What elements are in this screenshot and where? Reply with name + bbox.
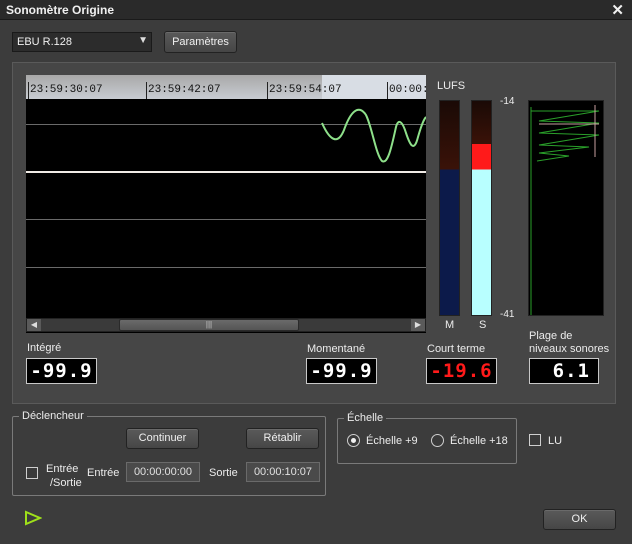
scale-top-label: -14 [500,96,515,107]
loudness-range-graph [528,100,604,316]
short-term-meter [471,100,492,316]
trigger-group-title: Déclencheur [19,410,87,422]
lufs-label: LUFS [437,80,466,92]
scale-group-title: Échelle [344,412,387,424]
short-term-value: -19.6 [426,358,497,384]
momentary-label: Momentané [307,343,366,355]
lu-label: LU [548,435,563,447]
reset-button[interactable]: Rétablir [246,428,319,449]
standard-select[interactable]: EBU R.128 ▼ [12,32,152,52]
integrated-value: -99.9 [26,358,97,384]
scroll-right-icon[interactable]: ▶ [411,319,425,331]
in-point-label: Entrée [87,467,120,479]
momentary-meter [439,100,460,316]
graph-scrollbar[interactable]: ◀ ||| ▶ [26,318,426,332]
scale-18-radio[interactable] [431,434,444,447]
window-title: Sonomètre Origine [6,3,115,17]
play-icon[interactable] [24,510,43,529]
meter-s-label: S [479,319,487,331]
in-out-label-line2: /Sortie [50,477,82,489]
out-point-field[interactable]: 00:00:10:07 [246,462,320,482]
scale-bottom-label: -41 [500,309,515,320]
in-out-checkbox[interactable] [26,467,38,479]
ok-button[interactable]: OK [543,509,616,530]
in-out-label-line1: Entrée [46,463,79,475]
title-bar: Sonomètre Origine ✕ [0,0,632,20]
continue-button[interactable]: Continuer [126,428,199,449]
scroll-thumb[interactable]: ||| [119,319,299,331]
close-icon[interactable]: ✕ [611,1,624,19]
chevron-down-icon: ▼ [138,35,148,46]
range-value: 6.1 [529,358,599,384]
loudness-graph: 23:59:30:07 23:59:42:07 23:59:54:07 00:0… [26,75,426,333]
lu-checkbox[interactable] [529,434,541,446]
scale-9-label: Échelle +9 [366,435,418,447]
out-point-label: Sortie [209,467,238,479]
meter-m-label: M [445,319,455,331]
momentary-value: -99.9 [306,358,377,384]
short-term-label: Court terme [427,343,486,355]
range-label-line1: Plage de [529,330,573,342]
scale-18-label: Échelle +18 [450,435,508,447]
integrated-label: Intégré [27,342,62,354]
in-point-field[interactable]: 00:00:00:00 [126,462,200,482]
standard-select-value: EBU R.128 [17,36,73,48]
loudness-curve [321,108,426,163]
scroll-left-icon[interactable]: ◀ [27,319,41,331]
settings-button[interactable]: Paramètres [164,31,237,53]
scale-9-radio[interactable] [347,434,360,447]
range-label-line2: niveaux sonores [529,343,610,355]
